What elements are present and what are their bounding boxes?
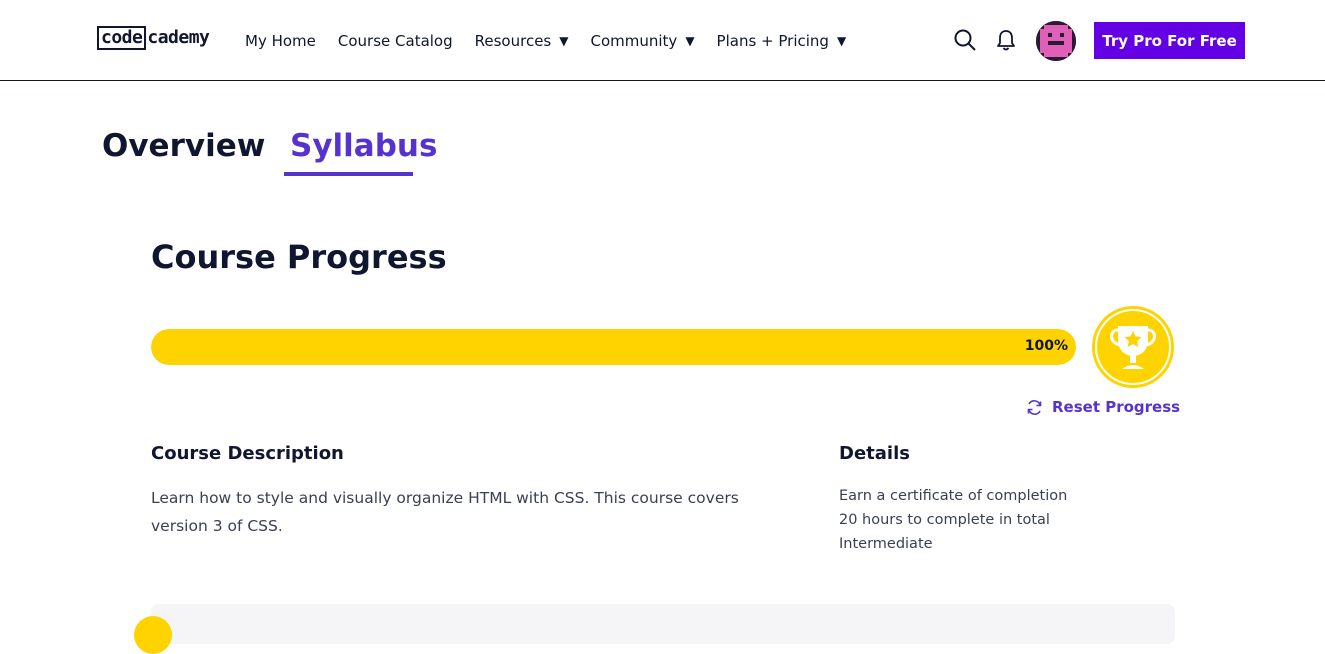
detail-duration: 20 hours to complete in total <box>839 512 1050 528</box>
trophy-icon <box>1091 305 1175 389</box>
nav-plans-pricing[interactable]: Plans + Pricing ▼ <box>717 32 847 50</box>
nav-course-catalog[interactable]: Course Catalog <box>338 32 453 50</box>
nav-course-catalog-label: Course Catalog <box>337 31 453 50</box>
nav-my-home[interactable]: My Home <box>245 32 316 50</box>
tab-overview[interactable]: Overview <box>102 128 265 164</box>
codecademy-logo[interactable]: code cademy <box>97 25 210 51</box>
course-description-heading: Course Description <box>151 443 344 464</box>
progress-percent-label: 100% <box>1024 338 1068 354</box>
refresh-icon <box>1027 399 1042 415</box>
reset-progress-label: Reset Progress <box>1052 398 1181 416</box>
course-progress-heading: Course Progress <box>151 238 447 276</box>
logo-rest-text: cademy <box>147 27 210 48</box>
caret-down-icon: ▼ <box>685 33 695 48</box>
nav-resources[interactable]: Resources ▼ <box>475 32 569 50</box>
caret-down-icon: ▼ <box>836 33 847 48</box>
try-pro-button[interactable]: Try Pro For Free <box>1094 22 1245 59</box>
syllabus-card <box>151 604 1175 644</box>
nav-resources-label: Resources <box>474 31 552 50</box>
details-list: Earn a certificate of completion 20 hour… <box>839 484 1067 556</box>
search-icon[interactable] <box>953 28 977 52</box>
bell-icon[interactable] <box>995 28 1019 52</box>
details-heading: Details <box>839 443 910 464</box>
detail-certificate: Earn a certificate of completion <box>839 488 1068 504</box>
caret-down-icon: ▼ <box>559 33 569 48</box>
main-nav: My Home Course Catalog Resources ▼ Commu… <box>245 0 868 81</box>
nav-community-label: Community <box>590 31 678 50</box>
reset-progress-button[interactable]: Reset Progress <box>1026 398 1180 416</box>
nav-plans-pricing-label: Plans + Pricing <box>716 31 829 50</box>
logo-boxed-text: code <box>97 26 147 50</box>
active-tab-indicator <box>284 172 413 176</box>
nav-community[interactable]: Community ▼ <box>590 32 694 50</box>
nav-my-home-label: My Home <box>245 31 316 50</box>
module-status-dot <box>134 616 172 654</box>
course-description-text: Learn how to style and visually organize… <box>151 489 739 535</box>
avatar[interactable] <box>1036 21 1076 61</box>
top-header: code cademy My Home Course Catalog Resour… <box>0 0 1325 81</box>
detail-level: Intermediate <box>839 536 933 552</box>
progress-bar-fill <box>151 329 1076 365</box>
tab-syllabus[interactable]: Syllabus <box>290 128 437 164</box>
progress-bar: 100% <box>151 329 1076 365</box>
